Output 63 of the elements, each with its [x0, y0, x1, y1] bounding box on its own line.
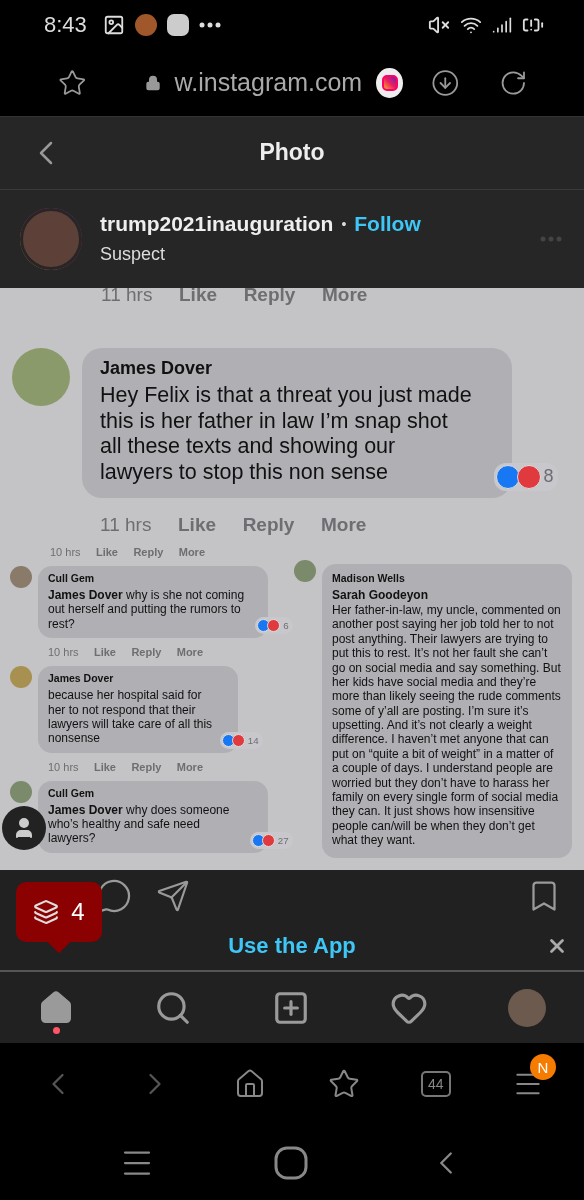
- notification-badge: N: [529, 1054, 556, 1081]
- avatar: [10, 666, 32, 689]
- send-icon[interactable]: [156, 879, 190, 914]
- comment-action[interactable]: Reply: [243, 287, 296, 306]
- username[interactable]: trump2021inauguration: [100, 212, 334, 237]
- comment-action[interactable]: Like: [93, 646, 116, 659]
- comment-author: Madison Wells: [332, 571, 406, 584]
- comment-action[interactable]: Reply: [131, 646, 162, 659]
- instagram-icon[interactable]: [376, 67, 403, 98]
- url-field[interactable]: w.instagram.com: [174, 68, 363, 98]
- post-subtitle: Suspect: [100, 244, 167, 266]
- comment-action[interactable]: More: [176, 646, 203, 659]
- comment-text: James Dover why is she not coming out herself and putting the rumors to rest?: [48, 587, 246, 632]
- home-icon[interactable]: [274, 1145, 308, 1180]
- comment-author: Cull Gem: [48, 571, 96, 584]
- tabs-icon: [33, 899, 60, 925]
- comment-text: Her father-in-law, my uncle, commented on another post saying her job told her to not post anything. Their lawyers are trying to put this to rest. It’s not her fault she can’t go on social media and say something. But her kids have social media and they’re more than likely seeing the rude comments some of y’all are posting. I’m sure it’s upsetting. And it’s not clearly a weight difference. I haven’t met anyone that can put on “quite a bit of weight” in a matter of a couple of days. I understand people are worried but they don’t have to harass her family on every single form of social media they can. It just shows how insensitive people can/will be when they don’t get what they want.: [332, 602, 562, 848]
- use-app-link[interactable]: Use the App: [228, 933, 356, 960]
- reaction-count: 6: [283, 620, 289, 632]
- app-icon: [134, 13, 157, 36]
- comment-author: Cull Gem: [48, 786, 96, 799]
- image-icon: [102, 13, 125, 36]
- comment-author: James Dover: [48, 672, 115, 685]
- reaction-count: 27: [277, 834, 289, 846]
- tabs-button[interactable]: 44: [420, 1071, 451, 1098]
- nav-tab[interactable]: [508, 988, 546, 1027]
- comment-action[interactable]: More: [321, 287, 368, 306]
- comment-text: James Dover why does someone who’s healthy and safe need lawyers?: [48, 802, 231, 846]
- comment-action[interactable]: Like: [95, 545, 118, 558]
- mentioned-name: Sarah Goodeyon: [332, 587, 430, 602]
- page-title: Photo: [258, 139, 326, 167]
- app-icon: [166, 13, 189, 36]
- comment-action[interactable]: More: [178, 545, 205, 558]
- more-icon: [198, 21, 221, 28]
- more-icon: [540, 235, 562, 242]
- comment-time: 10 hrs: [48, 760, 79, 773]
- profile-button[interactable]: [2, 805, 46, 850]
- status-time: 8:43: [44, 11, 87, 38]
- separator: •: [341, 216, 347, 233]
- lock-icon: [144, 73, 161, 92]
- comment-action[interactable]: Reply: [131, 760, 162, 773]
- comment-time: 10 hrs: [48, 646, 79, 659]
- reaction-count: 14: [247, 734, 259, 746]
- reaction-count: 8: [543, 466, 554, 488]
- avatar: [294, 559, 316, 582]
- comment-time: 11 hrs: [101, 287, 153, 306]
- comment-author: James Dover: [100, 357, 214, 379]
- comment-action[interactable]: More: [176, 760, 203, 773]
- avatar: [508, 988, 546, 1027]
- comment-time: 11 hrs: [100, 513, 152, 536]
- comment-time: 10 hrs: [50, 545, 81, 558]
- comment-action[interactable]: Reply: [242, 513, 295, 536]
- follow-link[interactable]: Follow: [354, 212, 421, 237]
- comment-action[interactable]: Like: [178, 513, 217, 536]
- comment-action[interactable]: Like: [179, 287, 218, 306]
- avatar: [10, 565, 32, 588]
- comment-text: because her hospital said for her to not respond that their lawyers will take care of all this nonsense: [48, 688, 214, 746]
- comment-action[interactable]: More: [320, 513, 367, 536]
- home-icon: [38, 989, 74, 1026]
- comment-text: Hey Felix is that a threat you just made this is her father in law I’m snap shot all these texts and showing our lawyers to stop this non sense: [100, 382, 472, 486]
- comment-action[interactable]: Like: [93, 760, 116, 773]
- avatar: [10, 780, 32, 803]
- comment-action[interactable]: Reply: [133, 545, 164, 558]
